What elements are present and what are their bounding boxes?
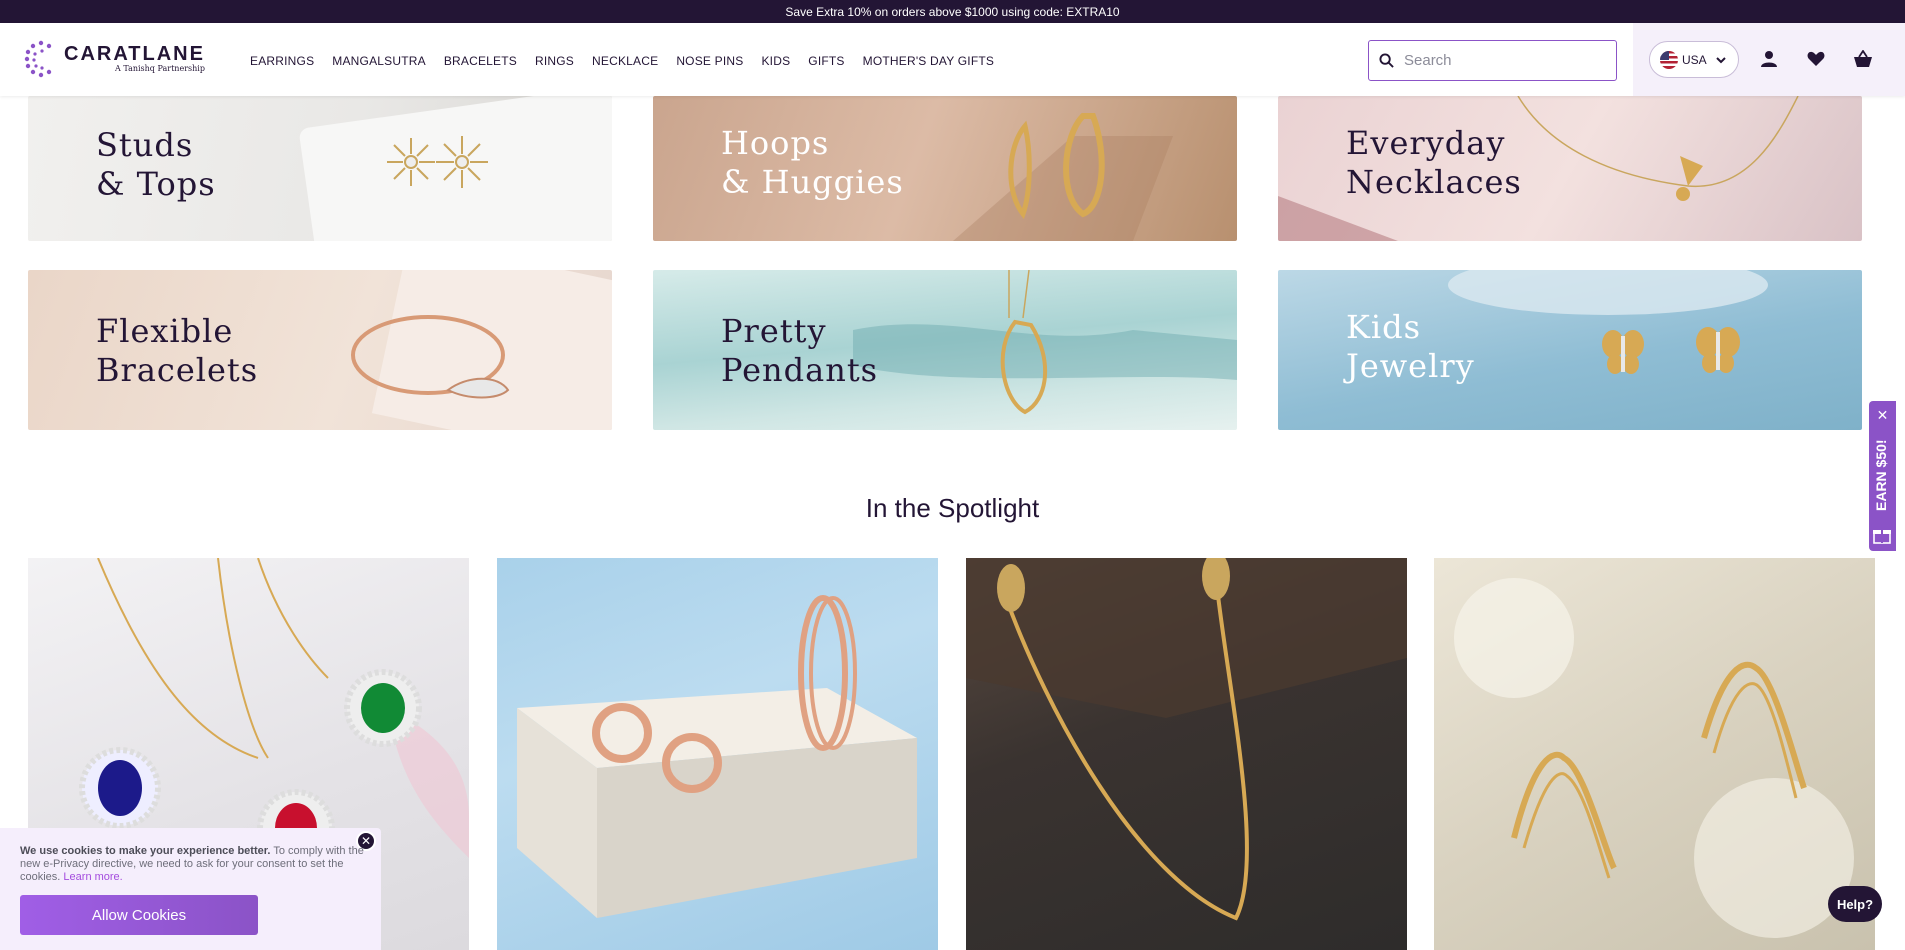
search-icon	[1379, 53, 1394, 68]
promo-text: Save Extra 10% on orders above $1000 usi…	[785, 4, 1120, 19]
user-icon[interactable]	[1757, 47, 1781, 71]
tile-label-pretty-pendants: Pretty Pendants	[721, 312, 879, 389]
tile-label-flexible-bracelets: Flexible Bracelets	[96, 312, 259, 389]
earn-close-icon[interactable]: ✕	[1869, 407, 1896, 424]
nav-mangalsutra[interactable]: MANGALSUTRA	[332, 54, 426, 68]
category-tile-hoops-huggies[interactable]: Hoops & Huggies	[653, 96, 1237, 241]
category-tile-kids-jewelry[interactable]: Kids Jewelry	[1278, 270, 1862, 430]
help-button[interactable]: Help?	[1828, 886, 1882, 922]
category-tile-everyday-necklaces[interactable]: Everyday Necklaces	[1278, 96, 1862, 241]
rose-gold-set-image	[517, 595, 917, 918]
search-input[interactable]	[1404, 52, 1604, 69]
promo-bar: Save Extra 10% on orders above $1000 usi…	[0, 0, 1905, 23]
cart-icon[interactable]	[1851, 47, 1875, 71]
allow-cookies-button[interactable]: Allow Cookies	[20, 895, 258, 935]
nav-bracelets[interactable]: BRACELETS	[444, 54, 517, 68]
category-tile-pretty-pendants[interactable]: Pretty Pendants	[653, 270, 1237, 430]
spotlight-title: In the Spotlight	[865, 493, 1040, 523]
main-nav: EARRINGS MANGALSUTRA BRACELETS RINGS NEC…	[250, 54, 1012, 68]
category-tile-flexible-bracelets[interactable]: Flexible Bracelets	[28, 270, 612, 430]
nav-necklace[interactable]: NECKLACE	[592, 54, 658, 68]
gift-icon	[1873, 530, 1891, 544]
gold-chain-image	[966, 558, 1407, 921]
chevron-down-icon	[1715, 56, 1726, 63]
nav-gifts[interactable]: GIFTS	[808, 54, 844, 68]
country-selector[interactable]: USA	[1649, 41, 1739, 78]
earn-reward-tab[interactable]: ✕ EARN $50!	[1869, 401, 1896, 551]
nav-rings[interactable]: RINGS	[535, 54, 574, 68]
cookie-message-bold: We use cookies to make your experience b…	[20, 845, 271, 857]
us-flag-icon	[1660, 50, 1678, 69]
header-actions: USA	[1633, 23, 1905, 96]
v-rings-image	[1454, 578, 1854, 938]
nav-earrings[interactable]: EARRINGS	[250, 54, 314, 68]
country-label: USA	[1682, 52, 1707, 67]
search-box[interactable]	[1368, 40, 1617, 81]
heart-icon[interactable]	[1804, 47, 1828, 71]
spotlight-card-v-rings[interactable]	[1434, 558, 1875, 950]
cookie-message: We use cookies to make your experience b…	[20, 845, 365, 884]
nav-nose-pins[interactable]: NOSE PINS	[676, 54, 743, 68]
cookie-learn-more-link[interactable]: Learn more.	[63, 871, 122, 883]
tile-label-everyday-necklaces: Everyday Necklaces	[1346, 124, 1522, 201]
tile-label-hoops-huggies: Hoops & Huggies	[721, 124, 904, 201]
logo-mark-icon	[24, 40, 52, 78]
logo-name: CARATLANE	[64, 43, 205, 65]
tile-label-kids-jewelry: Kids Jewelry	[1346, 308, 1475, 385]
category-tile-studs-tops[interactable]: Studs & Tops	[28, 96, 612, 241]
site-header: CARATLANE A Tanishq Partnership EARRINGS…	[0, 23, 1905, 96]
spotlight-card-rose-gold-set[interactable]	[497, 558, 938, 950]
caratlane-logo[interactable]: CARATLANE A Tanishq Partnership	[24, 40, 205, 78]
tile-label-studs-tops: Studs & Tops	[96, 126, 216, 203]
spotlight-card-gold-chain[interactable]	[966, 558, 1407, 950]
cookie-banner: ✕ We use cookies to make your experience…	[0, 828, 381, 950]
nav-kids[interactable]: KIDS	[761, 54, 790, 68]
earn-label: EARN $50!	[1873, 439, 1889, 511]
logo-subtitle: A Tanishq Partnership	[115, 64, 205, 73]
nav-mothers-day-gifts[interactable]: MOTHER'S DAY GIFTS	[863, 54, 994, 68]
